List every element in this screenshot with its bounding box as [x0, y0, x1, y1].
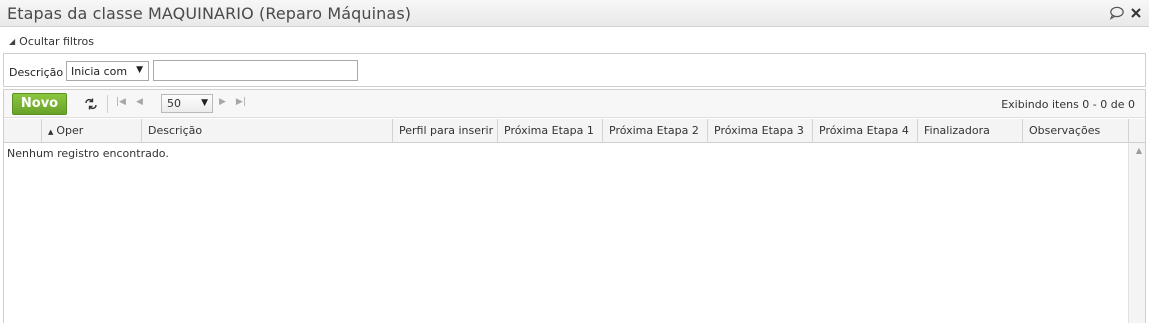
empty-grid-message: Nenhum registro encontrado. [7, 147, 169, 160]
page-size-select[interactable]: 50 ▼ [161, 94, 213, 113]
window-controls [1108, 5, 1144, 21]
next-page-icon[interactable]: ▶ [219, 97, 226, 107]
column-header-proxima-etapa-2[interactable]: Próxima Etapa 2 [603, 119, 708, 143]
column-header-label: Perfil para inserir [399, 124, 494, 137]
grid-vertical-scrollbar[interactable]: ▲ [1128, 143, 1145, 323]
collapse-triangle-icon: ◢ [9, 37, 16, 46]
previous-page-icon[interactable]: ◀ [136, 97, 143, 107]
pager-back-controls: |◀ ◀ [116, 97, 143, 107]
column-header-proxima-etapa-4[interactable]: Próxima Etapa 4 [813, 119, 918, 143]
grid-toolbar: Novo |◀ ◀ 50 ▼ ▶ ▶| Exibindo itens 0 - 0… [4, 90, 1145, 118]
toolbar-separator [107, 95, 108, 113]
column-header-label: Próxima Etapa 3 [714, 124, 804, 137]
close-icon[interactable] [1128, 5, 1144, 21]
column-header-perfil[interactable]: Perfil para inserir [393, 119, 498, 143]
window-title: Etapas da classe MAQUINARIO (Reparo Máqu… [7, 4, 412, 23]
column-header-oper[interactable]: ▲ Oper [42, 119, 142, 143]
items-status-text: Exibindo itens 0 - 0 de 0 [1001, 98, 1135, 111]
hide-filters-label: Ocultar filtros [19, 35, 95, 48]
description-filter-label: Descrição [9, 66, 64, 79]
column-header-select[interactable] [4, 119, 42, 143]
column-header-observacoes[interactable]: Observações [1023, 119, 1129, 143]
window-titlebar: Etapas da classe MAQUINARIO (Reparo Máqu… [0, 0, 1149, 27]
column-header-label: Próxima Etapa 2 [609, 124, 699, 137]
last-page-icon[interactable]: ▶| [236, 97, 246, 107]
page-size-value: 50 [167, 97, 181, 110]
column-header-label: Próxima Etapa 1 [504, 124, 594, 137]
scroll-up-arrow-icon[interactable]: ▲ [1136, 146, 1142, 155]
operator-selected-value: Inicia com [71, 65, 128, 78]
column-header-label: Oper [56, 124, 84, 137]
dropdown-caret-icon: ▼ [201, 98, 208, 108]
filter-panel: Descrição Inicia com ▼ [3, 53, 1146, 87]
dropdown-caret-icon: ▼ [136, 65, 143, 75]
column-header-proxima-etapa-3[interactable]: Próxima Etapa 3 [708, 119, 813, 143]
speech-bubble-icon[interactable] [1108, 5, 1124, 21]
column-header-finalizadora[interactable]: Finalizadora [918, 119, 1023, 143]
column-header-descricao[interactable]: Descrição [142, 119, 393, 143]
description-filter-input[interactable] [153, 60, 358, 81]
column-header-proxima-etapa-1[interactable]: Próxima Etapa 1 [498, 119, 603, 143]
column-header-label: Próxima Etapa 4 [819, 124, 909, 137]
refresh-icon[interactable] [79, 93, 103, 115]
column-header-label: Descrição [148, 124, 203, 137]
hide-filters-toggle[interactable]: ◢ Ocultar filtros [9, 35, 94, 48]
sort-ascending-icon: ▲ [48, 128, 54, 136]
data-grid: Novo |◀ ◀ 50 ▼ ▶ ▶| Exibindo itens 0 - 0… [3, 89, 1146, 323]
column-header-label: Observações [1029, 124, 1101, 137]
grid-header-row: ▲ Oper Descrição Perfil para inserir Próx… [4, 119, 1145, 143]
pager-forward-controls: ▶ ▶| [219, 97, 246, 107]
first-page-icon[interactable]: |◀ [116, 97, 126, 107]
new-button[interactable]: Novo [12, 93, 67, 115]
operator-select[interactable]: Inicia com ▼ [66, 61, 149, 81]
column-header-label: Finalizadora [924, 124, 990, 137]
